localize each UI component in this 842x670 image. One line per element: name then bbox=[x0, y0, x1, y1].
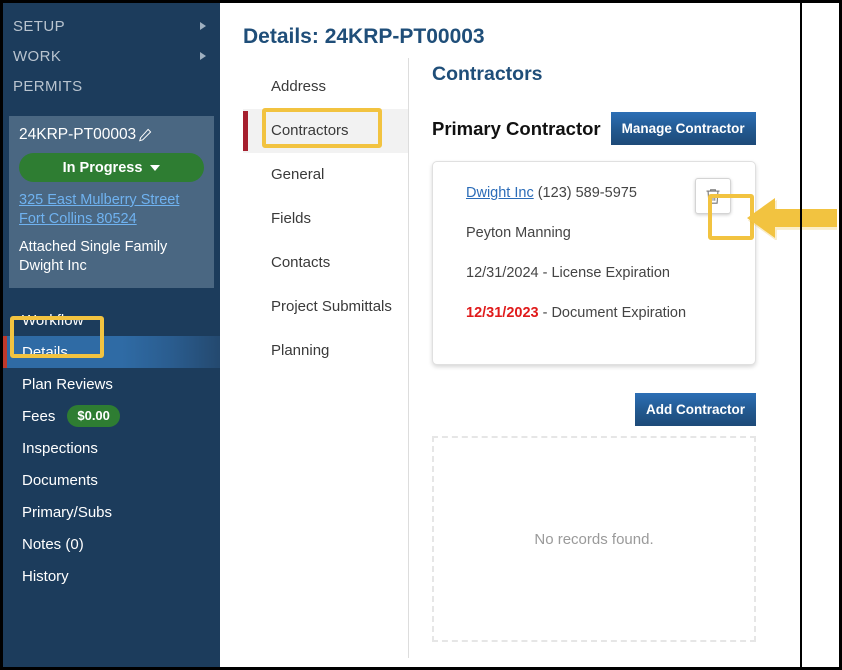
status-label: In Progress bbox=[62, 159, 143, 176]
primary-contractor-card: Dwight Inc (123) 589-5975 Peyton Manning… bbox=[432, 161, 756, 365]
fees-amount-badge: $0.00 bbox=[67, 405, 120, 427]
tab-label: Contacts bbox=[271, 254, 331, 271]
sidebar-item-label: Primary/Subs bbox=[22, 503, 113, 521]
sidebar-item-label: History bbox=[22, 567, 69, 585]
sidebar-item-notes[interactable]: Notes (0) bbox=[3, 528, 220, 560]
caret-down-icon bbox=[150, 164, 161, 171]
tab-fields[interactable]: Fields bbox=[243, 197, 408, 241]
tab-general[interactable]: General bbox=[243, 153, 408, 197]
tab-label: Planning bbox=[271, 342, 330, 359]
sidebar-item-label: Details bbox=[22, 343, 68, 361]
tab-label: Address bbox=[271, 78, 327, 95]
record-contractor: Dwight Inc bbox=[19, 258, 87, 274]
nav-top-section: SETUP WORK PERMITS bbox=[3, 3, 220, 107]
left-navigation-panel: SETUP WORK PERMITS 24KRP-PT00003 In Prog… bbox=[3, 3, 220, 667]
document-expiration-date: 12/31/2023 bbox=[466, 305, 539, 321]
app-screenshot: SETUP WORK PERMITS 24KRP-PT00003 In Prog… bbox=[0, 0, 842, 670]
empty-state-text: No records found. bbox=[534, 530, 654, 548]
record-id-row: 24KRP-PT00003 bbox=[19, 126, 204, 144]
trash-icon bbox=[706, 188, 720, 204]
screenshot-border-top bbox=[0, 0, 842, 3]
add-contractor-button[interactable]: Add Contractor bbox=[635, 393, 756, 426]
record-id: 24KRP-PT00003 bbox=[19, 126, 137, 143]
nav-top-item-label: WORK bbox=[13, 47, 62, 65]
sidebar-item-details[interactable]: Details bbox=[3, 336, 220, 368]
nav-top-item-permits[interactable]: PERMITS bbox=[3, 71, 220, 101]
tab-label: General bbox=[271, 166, 325, 183]
tab-label: Project Submittals bbox=[271, 298, 392, 315]
document-expiration-label: - Document Expiration bbox=[538, 305, 687, 321]
pencil-icon[interactable] bbox=[138, 128, 152, 142]
add-contractor-row: Add Contractor bbox=[432, 393, 756, 426]
document-expiration-line: 12/31/2023 - Document Expiration bbox=[466, 304, 735, 323]
screenshot-border-left bbox=[0, 0, 3, 670]
manage-contractor-button[interactable]: Manage Contractor bbox=[610, 112, 756, 145]
nav-top-item-setup[interactable]: SETUP bbox=[3, 11, 220, 41]
sidebar-item-label: Documents bbox=[22, 471, 98, 489]
sidebar-item-primary-subs[interactable]: Primary/Subs bbox=[3, 496, 220, 528]
sidebar-item-inspections[interactable]: Inspections bbox=[3, 432, 220, 464]
sub-contractors-empty-state: No records found. bbox=[432, 436, 756, 642]
delete-contractor-button[interactable] bbox=[695, 178, 731, 214]
record-summary-card: 24KRP-PT00003 In Progress 325 East Mulbe… bbox=[9, 116, 214, 288]
nav-top-item-label: SETUP bbox=[13, 17, 66, 35]
tab-address[interactable]: Address bbox=[243, 65, 408, 109]
chevron-right-icon bbox=[200, 22, 206, 30]
tab-planning[interactable]: Planning bbox=[243, 329, 408, 373]
tab-contractors[interactable]: Contractors bbox=[243, 109, 408, 153]
sidebar-item-label: Inspections bbox=[22, 439, 98, 457]
contractor-contact-name: Peyton Manning bbox=[466, 225, 571, 241]
license-expiration-line: 12/31/2024 - License Expiration bbox=[466, 264, 735, 283]
tab-label: Fields bbox=[271, 210, 312, 227]
page-title: Details: 24KRP-PT00003 bbox=[243, 25, 485, 48]
record-type: Attached Single Family bbox=[19, 239, 168, 255]
primary-contractor-header: Primary Contractor Manage Contractor bbox=[432, 112, 782, 145]
contractors-pane: Contractors Primary Contractor Manage Co… bbox=[432, 63, 782, 642]
sidebar-item-label: Notes (0) bbox=[22, 535, 84, 553]
workflow-menu: Workflow Details Plan Reviews Fees $0.00… bbox=[3, 304, 220, 592]
pane-title: Contractors bbox=[432, 63, 543, 85]
sidebar-item-fees[interactable]: Fees $0.00 bbox=[3, 400, 220, 432]
sidebar-item-documents[interactable]: Documents bbox=[3, 464, 220, 496]
main-content: Details: 24KRP-PT00003 Address Contracto… bbox=[220, 3, 800, 667]
nav-top-item-work[interactable]: WORK bbox=[3, 41, 220, 71]
tab-project-submittals[interactable]: Project Submittals bbox=[243, 285, 408, 329]
record-address-link[interactable]: 325 East Mulberry Street Fort Collins 80… bbox=[19, 191, 204, 229]
detail-tab-rail: Address Contractors General Fields Conta… bbox=[243, 65, 408, 373]
sidebar-item-label: Plan Reviews bbox=[22, 375, 113, 393]
sidebar-item-plan-reviews[interactable]: Plan Reviews bbox=[3, 368, 220, 400]
chevron-right-icon bbox=[200, 52, 206, 60]
status-badge[interactable]: In Progress bbox=[19, 153, 204, 182]
sidebar-item-history[interactable]: History bbox=[3, 560, 220, 592]
license-expiration-label: - License Expiration bbox=[538, 265, 670, 281]
tab-label: Contractors bbox=[271, 122, 349, 139]
sidebar-item-workflow[interactable]: Workflow bbox=[3, 304, 220, 336]
contractor-phone: (123) 589-5975 bbox=[533, 185, 637, 201]
primary-contractor-label: Primary Contractor bbox=[432, 117, 601, 139]
nav-top-item-label: PERMITS bbox=[13, 77, 83, 95]
viewport-right-rule bbox=[800, 0, 802, 670]
tab-contacts[interactable]: Contacts bbox=[243, 241, 408, 285]
sidebar-item-label: Workflow bbox=[22, 311, 84, 329]
license-expiration-date: 12/31/2024 bbox=[466, 265, 539, 281]
tab-rail-divider bbox=[408, 58, 409, 658]
contractor-company-link[interactable]: Dwight Inc bbox=[466, 185, 534, 201]
sidebar-item-label: Fees bbox=[22, 407, 56, 425]
